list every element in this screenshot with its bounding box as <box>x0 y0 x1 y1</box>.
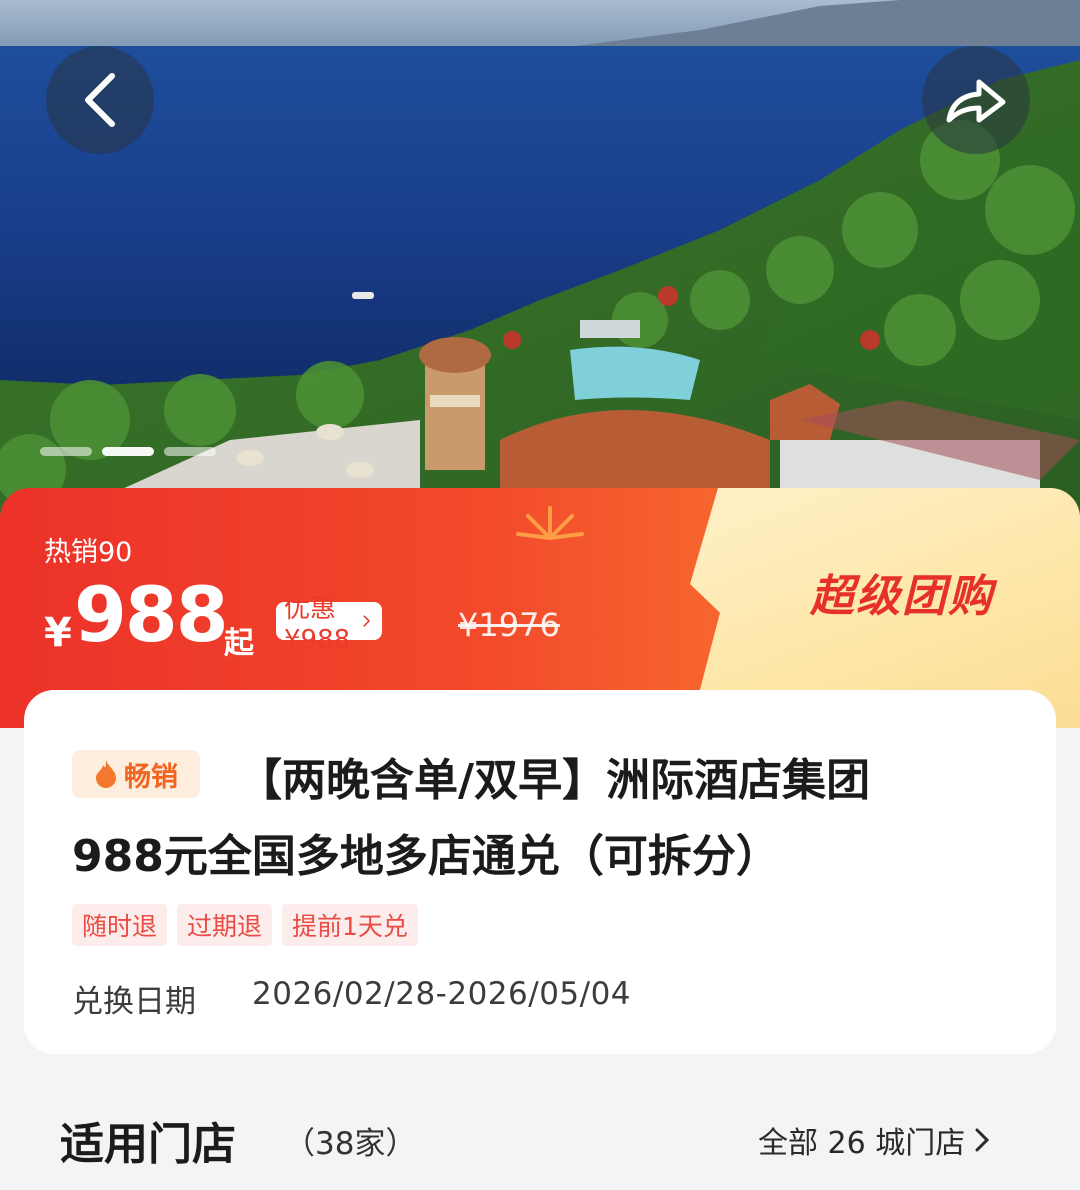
pager-dot-active <box>102 447 154 456</box>
policy-tags: 随时退 过期退 提前1天兑 <box>72 904 418 946</box>
current-price: 988 <box>74 570 229 659</box>
best-seller-badge: 畅销 <box>72 750 200 798</box>
sparkle-decoration <box>516 506 584 540</box>
hero-image[interactable] <box>0 0 1080 540</box>
redeem-date-range: 2026/02/28-2026/05/04 <box>252 976 632 1012</box>
all-stores-label: 全部 26 城门店 <box>758 1126 966 1161</box>
all-stores-link[interactable]: 全部 26 城门店 <box>758 1118 990 1162</box>
product-title-line1: 【两晚含单/双早】洲际酒店集团 <box>238 755 871 806</box>
chevron-left-icon <box>85 73 115 127</box>
tag-refund-expired: 过期退 <box>177 904 273 946</box>
back-button[interactable] <box>46 46 154 154</box>
redeem-date-label: 兑换日期 <box>72 984 196 1020</box>
tag-advance-redeem: 提前1天兑 <box>282 904 418 946</box>
stores-count: （38家） <box>284 1126 417 1162</box>
product-card: 畅销 【两晚含单/双早】洲际酒店集团 988元全国多地多店通兑（可拆分） 随时退… <box>24 690 1056 1054</box>
image-pager <box>40 447 216 456</box>
promo-label: 超级团购 <box>810 571 994 622</box>
original-price: ¥1976 <box>458 606 560 644</box>
stores-title: 适用门店 <box>60 1119 236 1170</box>
tag-refund-anytime: 随时退 <box>72 904 168 946</box>
resort-photo <box>0 0 1080 540</box>
chevron-right-icon <box>975 1128 990 1152</box>
currency-symbol: ¥ <box>44 610 72 656</box>
pager-dot <box>40 447 92 456</box>
flame-icon <box>96 760 116 788</box>
pager-dot <box>164 447 216 456</box>
share-arrow-icon <box>946 79 1006 123</box>
share-button[interactable] <box>922 46 1030 154</box>
chevron-right-icon <box>363 615 371 627</box>
discount-button[interactable]: 优惠¥988 <box>276 594 383 655</box>
price-suffix: 起 <box>224 626 254 661</box>
hot-sale-label: 热销90 <box>44 537 133 568</box>
discount-label: 优惠¥988 <box>284 593 351 655</box>
product-title-line2: 988元全国多地多店通兑（可拆分） <box>72 831 780 882</box>
badge-label: 畅销 <box>124 761 178 793</box>
